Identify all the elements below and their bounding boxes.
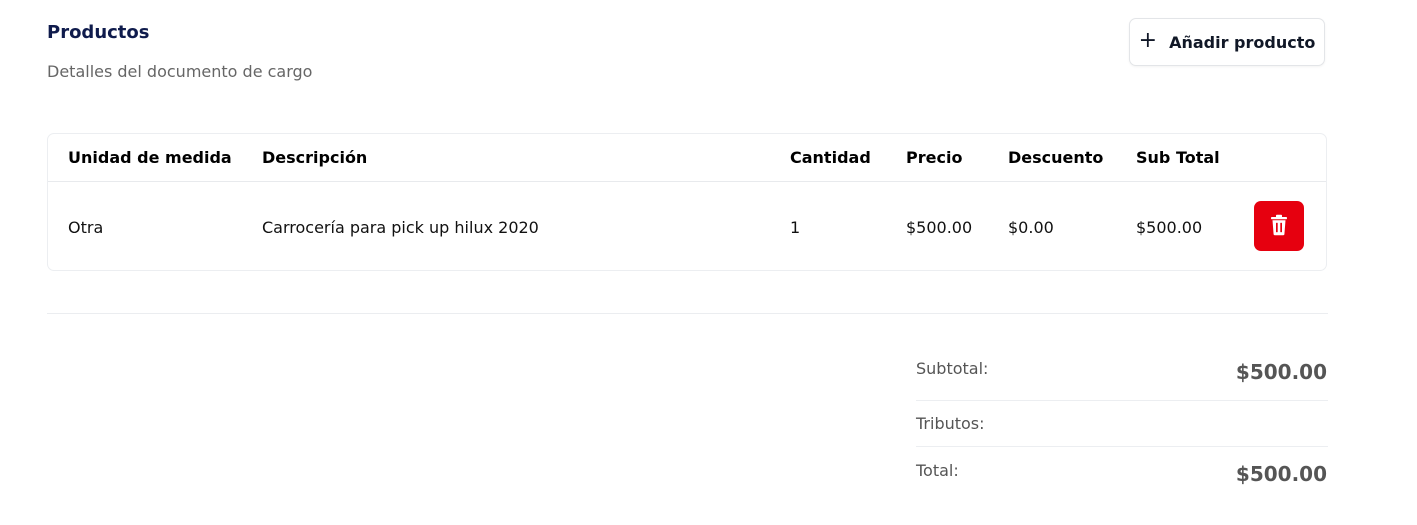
cell-subtotal: $500.00 bbox=[1136, 218, 1203, 237]
cell-precio: $500.00 bbox=[906, 218, 973, 237]
subtotal-value: $500.00 bbox=[1235, 360, 1327, 384]
column-header-unidad: Unidad de medida bbox=[68, 148, 232, 167]
products-table: Unidad de medida Descripción Cantidad Pr… bbox=[47, 133, 1327, 271]
column-header-subtotal: Sub Total bbox=[1136, 148, 1220, 167]
delete-row-button[interactable] bbox=[1254, 201, 1304, 251]
total-label: Total: bbox=[916, 461, 959, 480]
column-header-precio: Precio bbox=[906, 148, 963, 167]
section-subtitle: Detalles del documento de cargo bbox=[47, 62, 313, 81]
subtotal-label: Subtotal: bbox=[916, 359, 989, 378]
cell-cantidad: 1 bbox=[790, 218, 801, 237]
cell-unidad: Otra bbox=[68, 218, 104, 237]
tributos-label: Tributos: bbox=[916, 414, 985, 433]
cell-descripcion: Carrocería para pick up hilux 2020 bbox=[262, 218, 539, 237]
trash-icon bbox=[1269, 214, 1289, 239]
table-header: Unidad de medida Descripción Cantidad Pr… bbox=[48, 134, 1326, 182]
section-title: Productos bbox=[47, 22, 150, 43]
cell-descuento: $0.00 bbox=[1008, 218, 1054, 237]
column-header-cantidad: Cantidad bbox=[790, 148, 871, 167]
summary-divider bbox=[916, 400, 1328, 401]
add-product-button[interactable]: + Añadir producto bbox=[1129, 18, 1325, 66]
summary-divider bbox=[916, 446, 1328, 447]
column-header-descripcion: Descripción bbox=[262, 148, 368, 167]
total-value: $500.00 bbox=[1235, 462, 1327, 486]
plus-icon: + bbox=[1138, 27, 1158, 53]
add-product-label: Añadir producto bbox=[1169, 32, 1316, 52]
section-divider bbox=[47, 313, 1328, 314]
column-header-descuento: Descuento bbox=[1008, 148, 1104, 167]
